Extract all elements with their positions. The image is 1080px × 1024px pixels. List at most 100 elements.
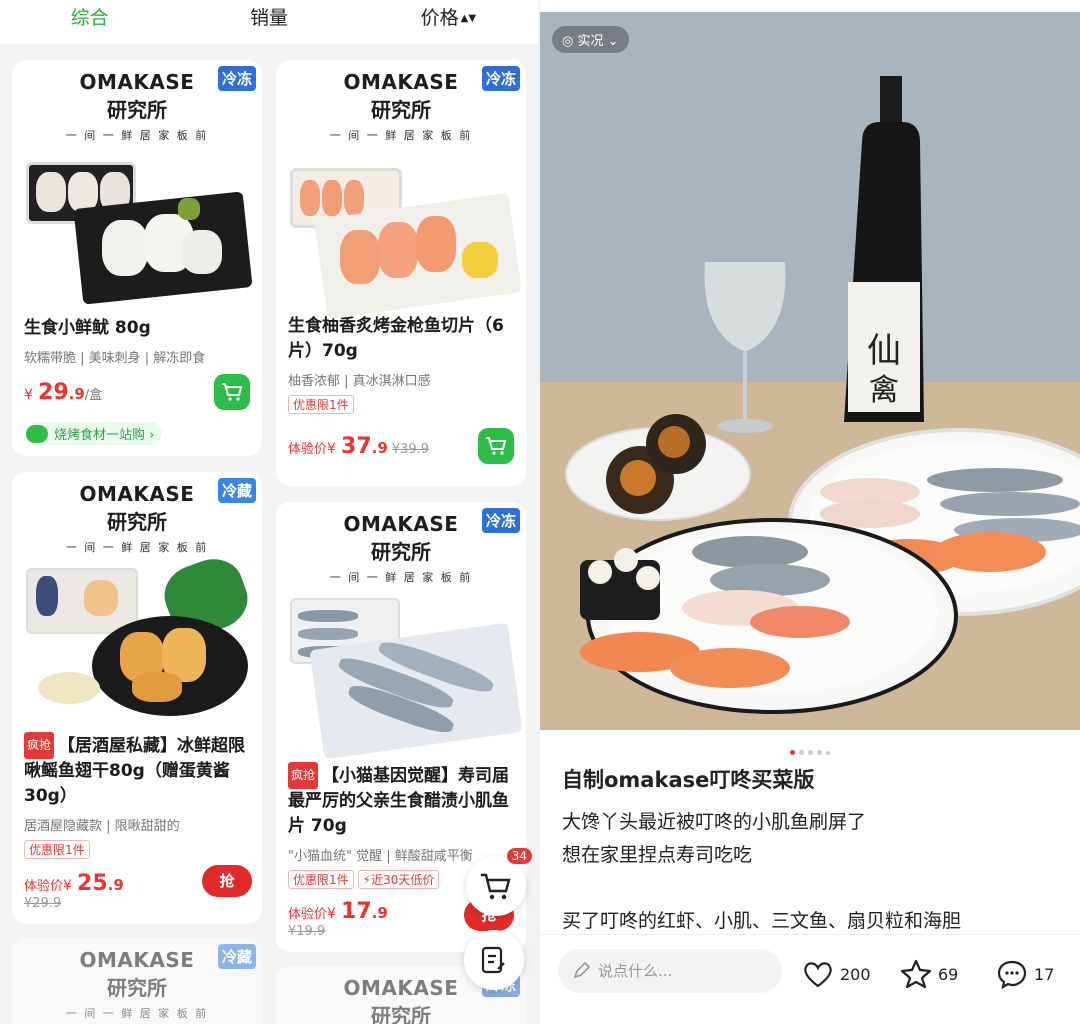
carousel-dots [540,740,1080,759]
carousel-dot [808,750,813,755]
product-title: 疯抢 【小猫基因觉醒】寿司届最严厉的父亲生食醋渍小肌鱼片 70g [276,762,526,839]
comment-button[interactable]: 17 [996,959,1054,989]
price-row: 体验价¥ 37.9 ¥39.9 [276,428,526,470]
brand-logo: OMAKASE 研究所 一 间 一 鲜 居 家 板 前 冷冻 [12,60,262,160]
list-edit-icon [481,946,505,974]
price-row: ¥ 29.9/盒 [12,374,262,416]
promo-link[interactable]: 烧烤食材一站购 › [24,422,163,445]
hot-tag: 疯抢 [288,762,319,789]
price-integer: 17 [341,899,372,924]
product-card[interactable]: OMAKASE 研究所 一 间 一 鲜 居 家 板 前 冷冻 生食小鲜鱿 80g… [12,60,262,456]
temperature-badge: 冷冻 [481,66,520,91]
product-image [286,160,523,320]
post-line: 大馋丫头最近被叮咚的小肌鱼刷屏了 [562,811,867,833]
sort-updown-icon: ▲▼ [460,12,477,24]
sort-tab-price[interactable]: 价格 ▲▼ [359,0,538,44]
cart-icon [222,383,243,401]
product-card[interactable]: OMAKASE 研究所 一 间 一 鲜 居 家 板 前 冷藏 疯抢 【居酒屋私藏】… [12,472,262,924]
brand-cn: 研究所 [371,540,431,564]
original-price: ¥39.9 [391,442,430,457]
product-title: 疯抢 【居酒屋私藏】冰鲜超限啾鳐鱼翅干80g（赠蛋黄酱30g） [12,732,262,809]
post-action-bar: 说点什么... 200 69 17 [540,934,1080,1024]
star-button[interactable]: 69 [900,959,958,989]
price-currency: ¥ [327,441,336,457]
carousel-dot [790,750,795,755]
product-desc: 软糯带脆 | 美味刺身 | 解冻即食 [24,351,206,366]
brand-cn: 研究所 [107,98,167,122]
brand-slogan: 一 间 一 鲜 居 家 板 前 [65,541,209,554]
price-label: 体验价 [24,879,64,894]
limit-tag: 优惠限1件 [288,395,354,414]
product-title: 生食小鲜鱿 80g [24,318,151,338]
sushi-scene: 仙 禽 [565,76,1080,714]
price-label: 体验价 [288,442,328,457]
comment-icon [997,960,1027,989]
temperature-badge: 冷藏 [217,944,256,969]
comment-placeholder: 说点什么... [598,962,673,980]
comment-input[interactable]: 说点什么... [558,949,782,993]
price-decimal: .9 [371,904,388,922]
brand-slogan: 一 间 一 鲜 居 家 板 前 [329,571,473,584]
sort-price-label: 价格 [420,7,459,29]
comment-count: 17 [1034,964,1055,984]
brand-logo: OMAKASE 研究所 一 间 一 鲜 居 家 板 前 冷藏 [12,938,262,1024]
promo-label: 烧烤食材一站购 › [54,428,155,443]
brand-cn: 研究所 [371,1004,431,1024]
post-line: 想在家里捏点寿司吃吃 [562,844,753,866]
price-currency: ¥ [327,906,336,922]
price-label: 体验价 [288,907,328,922]
limit-tag: 优惠限1件 [24,840,90,859]
price-currency: ¥ [24,387,33,403]
carousel-dot [817,750,822,755]
like-count: 200 [840,964,871,984]
pencil-icon [573,962,590,979]
live-icon: ◎ [562,34,578,49]
product-image [22,160,253,310]
product-title-text: 【小猫基因觉醒】寿司届最严厉的父亲生食醋渍小肌鱼片 70g [288,766,510,836]
brand-logo: OMAKASE 研究所 一 间 一 鲜 居 家 板 前 冷藏 [12,472,262,572]
temperature-badge: 冷冻 [217,66,256,91]
price-decimal: .9 [107,876,124,894]
add-to-cart-button[interactable] [214,374,250,410]
floating-list-button[interactable] [464,930,524,990]
brand-slogan: 一 间 一 鲜 居 家 板 前 [65,1007,209,1020]
brand-logo: OMAKASE 研究所 一 间 一 鲜 居 家 板 前 冷冻 [276,502,526,602]
sort-tab-comprehensive[interactable]: 综合 [0,0,179,44]
product-image [22,550,256,722]
post-title: 自制omakase叮咚买菜版 [562,768,815,792]
cart-icon [486,437,507,455]
star-count: 69 [938,964,959,984]
price-decimal: .9 [371,439,388,457]
cart-icon [481,873,511,900]
grab-button[interactable]: 抢 [202,865,252,897]
price-row: 体验价¥ 25.9 ¥29.9 抢 [12,865,262,911]
limit-tag: 优惠限1件 [288,870,354,889]
add-to-cart-button[interactable] [478,428,514,464]
post-photo[interactable]: 仙 禽 ◎ 实况 ⌄ [540,12,1080,730]
svg-text:禽: 禽 [869,373,899,408]
carousel-dot [826,751,830,755]
brand-logo: OMAKASE 研究所 一 间 一 鲜 居 家 板 前 冷冻 [276,60,526,160]
cart-count-badge: 34 [506,848,532,864]
product-list-panel: 综合 销量 价格 ▲▼ OMAKASE 研究所 一 间 一 鲜 居 家 板 前 冷… [0,0,538,1024]
price-currency: ¥ [63,878,72,894]
floating-cart-button[interactable]: 34 [466,848,532,916]
live-photo-tag[interactable]: ◎ 实况 ⌄ [552,26,629,53]
product-desc: 居酒屋隐藏款 | 限啾甜甜的 [24,819,180,834]
hot-tag: 疯抢 [24,732,55,759]
carousel-dot [799,750,804,755]
price-decimal: .9 [68,385,85,403]
post-body: 大馋丫头最近被叮咚的小肌鱼刷屏了 想在家里捏点寿司吃吃 买了叮咚的红虾、小肌、三… [562,806,1062,938]
brand-cn: 研究所 [107,976,167,1000]
price-integer: 25 [77,871,108,896]
price-unit: /盒 [84,388,103,403]
brand-cn: 研究所 [107,510,167,534]
temperature-badge: 冷藏 [217,478,256,503]
heart-icon [804,962,832,988]
like-button[interactable]: 200 [802,959,871,989]
product-image [286,598,523,760]
sort-tab-sales[interactable]: 销量 [179,0,358,44]
product-card[interactable]: OMAKASE 研究所 一 间 一 鲜 居 家 板 前 冷藏 [12,938,262,1024]
brand-slogan: 一 间 一 鲜 居 家 板 前 [329,129,473,142]
product-card[interactable]: OMAKASE 研究所 一 间 一 鲜 居 家 板 前 冷冻 生食柚香炙烤金枪鱼… [276,60,526,486]
